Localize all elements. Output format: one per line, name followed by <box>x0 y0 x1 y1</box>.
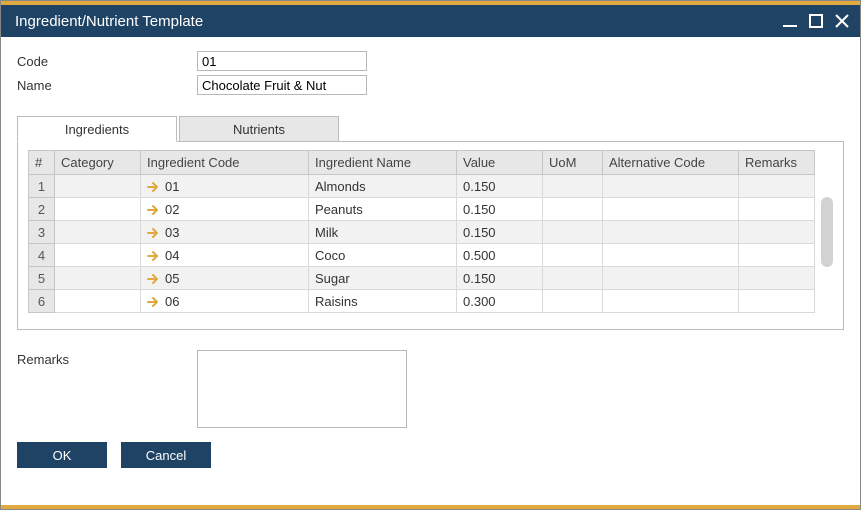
grid-scrollbar[interactable] <box>821 150 833 313</box>
cell-code[interactable]: 03 <box>141 221 309 244</box>
cell-remarks[interactable] <box>739 290 815 313</box>
cell-name[interactable]: Sugar <box>309 267 457 290</box>
col-header-num[interactable]: # <box>29 151 55 175</box>
cell-category[interactable] <box>55 221 141 244</box>
col-header-value[interactable]: Value <box>457 151 543 175</box>
scrollbar-thumb[interactable] <box>821 197 833 267</box>
ingredients-grid[interactable]: # Category Ingredient Code Ingredient Na… <box>28 150 815 313</box>
cell-name[interactable]: Peanuts <box>309 198 457 221</box>
drilldown-arrow-icon[interactable] <box>147 296 161 308</box>
col-header-code[interactable]: Ingredient Code <box>141 151 309 175</box>
cell-category[interactable] <box>55 175 141 198</box>
table-row[interactable]: 1 01Almonds0.150 <box>29 175 815 198</box>
col-header-name[interactable]: Ingredient Name <box>309 151 457 175</box>
cell-category[interactable] <box>55 244 141 267</box>
remarks-textarea[interactable] <box>197 350 407 428</box>
cancel-button[interactable]: Cancel <box>121 442 211 468</box>
row-number: 5 <box>29 267 55 290</box>
table-row[interactable]: 2 02Peanuts0.150 <box>29 198 815 221</box>
drilldown-arrow-icon[interactable] <box>147 181 161 193</box>
cell-name[interactable]: Raisins <box>309 290 457 313</box>
cell-uom[interactable] <box>543 175 603 198</box>
cell-alt[interactable] <box>603 290 739 313</box>
cell-code[interactable]: 05 <box>141 267 309 290</box>
cell-category[interactable] <box>55 290 141 313</box>
bottom-accent <box>1 505 860 509</box>
cell-uom[interactable] <box>543 290 603 313</box>
tab-label: Nutrients <box>233 122 285 137</box>
cell-remarks[interactable] <box>739 244 815 267</box>
code-input[interactable] <box>197 51 367 71</box>
drilldown-arrow-icon[interactable] <box>147 204 161 216</box>
cell-uom[interactable] <box>543 244 603 267</box>
tab-label: Ingredients <box>65 122 129 137</box>
content-area: Code Name Ingredients Nutrients <box>1 37 860 505</box>
cell-remarks[interactable] <box>739 267 815 290</box>
row-number: 3 <box>29 221 55 244</box>
cell-alt[interactable] <box>603 198 739 221</box>
tab-strip: Ingredients Nutrients <box>17 115 844 141</box>
cell-code[interactable]: 01 <box>141 175 309 198</box>
col-header-alt[interactable]: Alternative Code <box>603 151 739 175</box>
col-header-uom[interactable]: UoM <box>543 151 603 175</box>
table-row[interactable]: 4 04Coco0.500 <box>29 244 815 267</box>
cell-value[interactable]: 0.150 <box>457 175 543 198</box>
maximize-icon[interactable] <box>808 13 824 29</box>
cell-value[interactable]: 0.150 <box>457 221 543 244</box>
close-icon[interactable] <box>834 13 850 29</box>
window-title: Ingredient/Nutrient Template <box>15 13 782 30</box>
remarks-row: Remarks <box>17 350 844 428</box>
row-number: 4 <box>29 244 55 267</box>
cell-alt[interactable] <box>603 175 739 198</box>
cell-name[interactable]: Almonds <box>309 175 457 198</box>
cell-value[interactable]: 0.500 <box>457 244 543 267</box>
row-number: 2 <box>29 198 55 221</box>
cell-alt[interactable] <box>603 244 739 267</box>
cell-name[interactable]: Milk <box>309 221 457 244</box>
grid-header-row: # Category Ingredient Code Ingredient Na… <box>29 151 815 175</box>
table-row[interactable]: 5 05Sugar0.150 <box>29 267 815 290</box>
titlebar: Ingredient/Nutrient Template <box>1 1 860 37</box>
row-number: 1 <box>29 175 55 198</box>
col-header-category[interactable]: Category <box>55 151 141 175</box>
tab-nutrients[interactable]: Nutrients <box>179 116 339 142</box>
dialog-window: Ingredient/Nutrient Template Code Name I… <box>0 0 861 510</box>
drilldown-arrow-icon[interactable] <box>147 227 161 239</box>
code-row: Code <box>17 51 844 71</box>
drilldown-arrow-icon[interactable] <box>147 250 161 262</box>
window-controls <box>782 13 850 29</box>
name-label: Name <box>17 78 197 93</box>
cell-code[interactable]: 06 <box>141 290 309 313</box>
cell-uom[interactable] <box>543 221 603 244</box>
name-row: Name <box>17 75 844 95</box>
ok-button[interactable]: OK <box>17 442 107 468</box>
ingredients-panel: # Category Ingredient Code Ingredient Na… <box>17 141 844 330</box>
table-row[interactable]: 6 06Raisins0.300 <box>29 290 815 313</box>
minimize-icon[interactable] <box>782 13 798 29</box>
remarks-label: Remarks <box>17 350 197 428</box>
name-input[interactable] <box>197 75 367 95</box>
cell-remarks[interactable] <box>739 198 815 221</box>
cell-name[interactable]: Coco <box>309 244 457 267</box>
cell-remarks[interactable] <box>739 175 815 198</box>
col-header-remarks[interactable]: Remarks <box>739 151 815 175</box>
cell-value[interactable]: 0.150 <box>457 198 543 221</box>
cell-category[interactable] <box>55 198 141 221</box>
cell-alt[interactable] <box>603 221 739 244</box>
cell-value[interactable]: 0.150 <box>457 267 543 290</box>
cell-uom[interactable] <box>543 198 603 221</box>
cell-value[interactable]: 0.300 <box>457 290 543 313</box>
cell-remarks[interactable] <box>739 221 815 244</box>
drilldown-arrow-icon[interactable] <box>147 273 161 285</box>
table-row[interactable]: 3 03Milk0.150 <box>29 221 815 244</box>
cell-uom[interactable] <box>543 267 603 290</box>
row-number: 6 <box>29 290 55 313</box>
cell-alt[interactable] <box>603 267 739 290</box>
cell-category[interactable] <box>55 267 141 290</box>
code-label: Code <box>17 54 197 69</box>
tab-ingredients[interactable]: Ingredients <box>17 116 177 142</box>
cell-code[interactable]: 04 <box>141 244 309 267</box>
cell-code[interactable]: 02 <box>141 198 309 221</box>
button-row: OK Cancel <box>17 442 844 468</box>
